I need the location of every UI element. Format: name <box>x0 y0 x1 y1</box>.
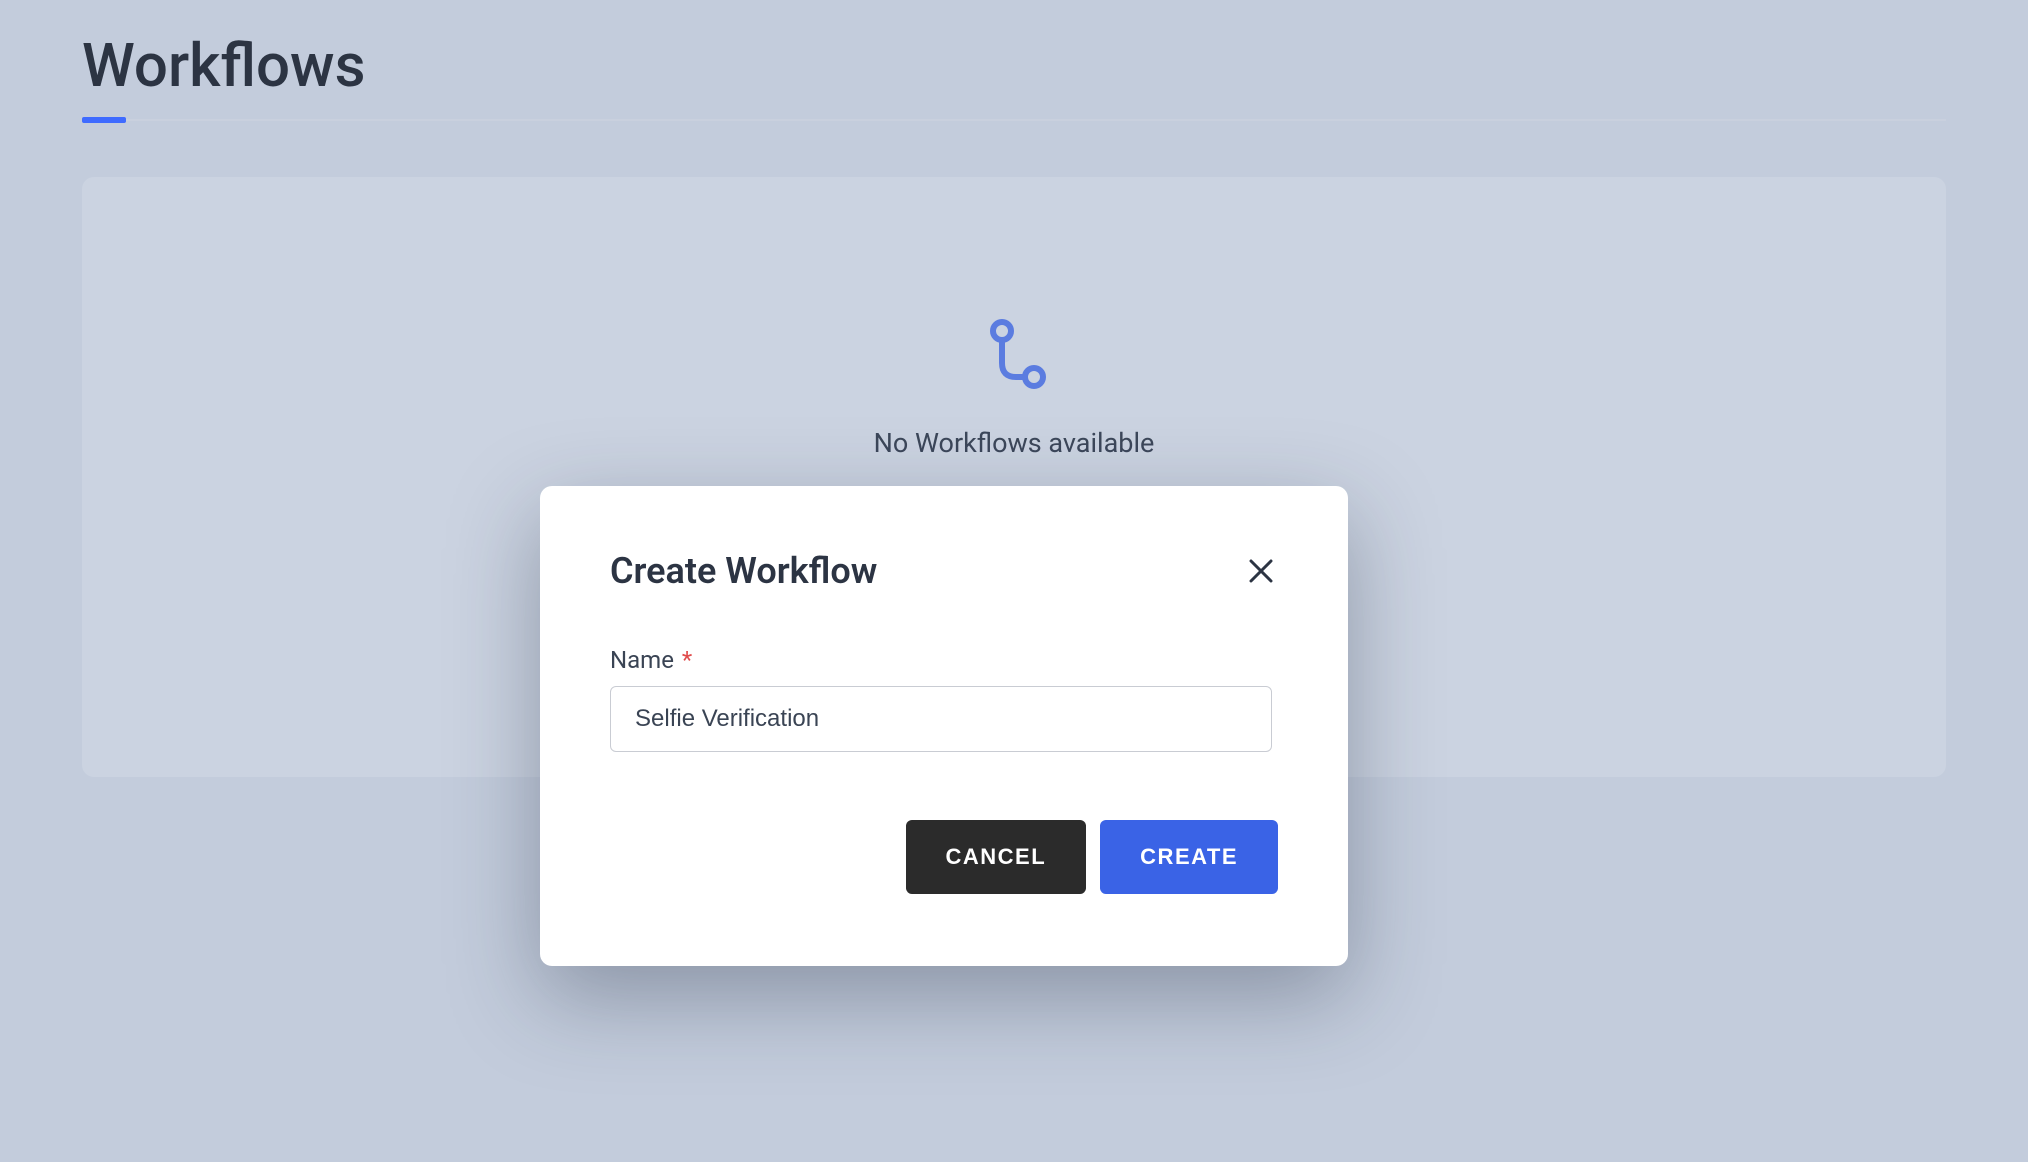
page-title: Workflows <box>82 30 1946 101</box>
empty-state-message: No Workflows available <box>874 427 1155 459</box>
dialog-header: Create Workflow <box>610 550 1278 592</box>
required-indicator: * <box>682 646 692 674</box>
title-underline-accent <box>82 117 126 123</box>
dialog-close-button[interactable] <box>1244 554 1278 588</box>
name-field-label: Name * <box>610 646 1278 674</box>
title-underline <box>82 119 1946 121</box>
close-icon <box>1248 572 1274 587</box>
dialog-title: Create Workflow <box>610 550 877 592</box>
create-button[interactable]: CREATE <box>1100 820 1278 894</box>
workflow-branch-icon <box>976 317 1052 397</box>
name-label-text: Name <box>610 646 674 674</box>
workflow-name-input[interactable] <box>610 686 1272 752</box>
cancel-button[interactable]: CANCEL <box>906 820 1087 894</box>
dialog-actions: CANCEL CREATE <box>610 820 1278 894</box>
create-workflow-dialog: Create Workflow Name * CANCEL CREATE <box>540 486 1348 966</box>
